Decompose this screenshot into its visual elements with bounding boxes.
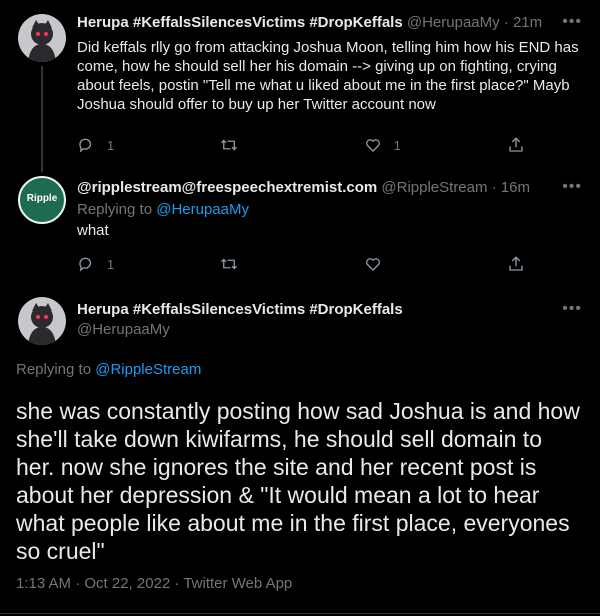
avatar-label: Ripple	[26, 193, 58, 204]
thread-line	[41, 160, 43, 172]
more-horizontal-icon[interactable]: •••	[562, 177, 582, 197]
thread-line	[41, 66, 43, 160]
replying-to: Replying to @RippleStream	[16, 360, 586, 379]
tweet-timestamp[interactable]: 1:13 AM · Oct 22, 2022 · Twitter Web App	[16, 575, 292, 592]
tweet-text: what	[77, 222, 109, 239]
retweet-icon	[221, 139, 238, 151]
tweet-time[interactable]: 16m	[501, 179, 530, 196]
tweet-3[interactable]: Herupa #KeffalsSilencesVictims #DropKeff…	[0, 285, 600, 616]
tweet-header: @ripplestream@freespeechextremist.com @R…	[77, 178, 560, 198]
heart-icon	[365, 139, 380, 152]
like-button[interactable]	[364, 254, 464, 274]
tweet-2[interactable]: Ripple @ripplestream@freespeechextremist…	[0, 160, 600, 285]
more-horizontal-icon[interactable]: •••	[562, 12, 582, 32]
display-name[interactable]: Herupa #KeffalsSilencesVictims #DropKeff…	[77, 301, 403, 318]
tweet-time[interactable]: 21m	[513, 14, 542, 31]
tweet-text: she was constantly posting how sad Joshu…	[16, 398, 580, 564]
reply-button[interactable]: 1	[77, 135, 177, 155]
separator: ·	[491, 179, 497, 196]
tweet-header: Herupa #KeffalsSilencesVictims #DropKeff…	[77, 300, 560, 320]
avatar[interactable]	[18, 297, 66, 345]
share-button[interactable]	[507, 254, 527, 274]
like-count: 1	[393, 137, 401, 153]
display-name[interactable]: Herupa #KeffalsSilencesVictims #DropKeff…	[77, 14, 403, 31]
reply-count: 1	[107, 137, 115, 153]
tweet-text: Did keffals rlly go from attacking Joshu…	[77, 39, 579, 113]
replying-prefix: Replying to	[16, 361, 92, 378]
share-icon	[509, 137, 523, 152]
handle[interactable]: @HerupaaMy	[77, 321, 170, 338]
tweet-header: Herupa #KeffalsSilencesVictims #DropKeff…	[77, 13, 560, 33]
avatar[interactable]	[18, 14, 66, 62]
share-icon	[509, 256, 523, 271]
replying-prefix: Replying to	[77, 201, 153, 218]
retweet-button[interactable]	[220, 254, 320, 274]
handle[interactable]: @HerupaaMy	[407, 14, 500, 31]
tweet-actions: 1	[77, 254, 527, 274]
display-name[interactable]: @ripplestream@freespeechextremist.com	[77, 179, 377, 196]
avatar[interactable]: Ripple	[18, 176, 66, 224]
replying-to-link[interactable]: @HerupaaMy	[156, 201, 249, 218]
tweet-1[interactable]: Herupa #KeffalsSilencesVictims #DropKeff…	[0, 0, 600, 160]
reply-icon	[79, 138, 92, 153]
separator: ·	[503, 14, 509, 31]
tweet-actions: 1 1	[77, 135, 527, 155]
handle[interactable]: @RippleStream	[381, 179, 487, 196]
reply-count: 1	[107, 256, 115, 272]
retweet-icon	[221, 258, 238, 270]
share-button[interactable]	[507, 135, 527, 155]
handle-line: @HerupaaMy	[77, 320, 560, 340]
divider	[0, 613, 600, 614]
reply-button[interactable]: 1	[77, 254, 177, 274]
like-button[interactable]: 1	[364, 135, 464, 155]
heart-icon	[365, 258, 380, 271]
replying-to-link[interactable]: @RippleStream	[95, 361, 201, 378]
more-horizontal-icon[interactable]: •••	[562, 299, 582, 319]
replying-to: Replying to @HerupaaMy	[77, 200, 586, 219]
retweet-button[interactable]	[220, 135, 320, 155]
reply-icon	[79, 257, 92, 272]
